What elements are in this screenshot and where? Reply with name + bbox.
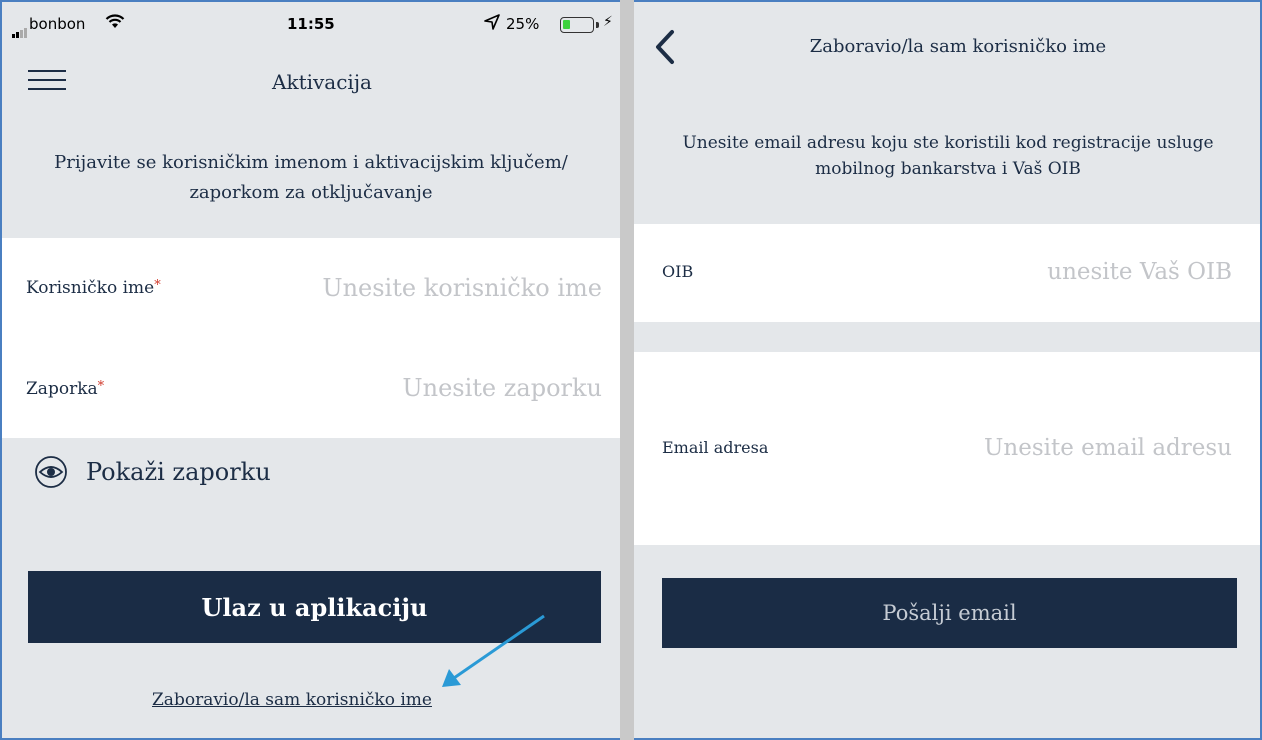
email-row: Email adresa <box>634 352 1260 545</box>
status-bar: bonbon 11:55 25% ⚡ <box>2 2 620 42</box>
carrier-name: bonbon <box>29 15 86 33</box>
activation-screen: bonbon 11:55 25% ⚡ Aktivacija Prijavite … <box>0 0 620 740</box>
email-label: Email adresa <box>662 438 769 457</box>
password-row: Zaporka* <box>2 338 620 438</box>
show-password-toggle[interactable]: Pokaži zaporku <box>34 452 271 492</box>
show-password-label: Pokaži zaporku <box>86 458 271 486</box>
forgot-username-screen: Zaboravio/la sam korisničko ime Unesite … <box>634 0 1262 740</box>
charging-bolt-icon: ⚡ <box>603 14 613 30</box>
eye-icon <box>35 456 67 488</box>
password-input[interactable] <box>302 370 602 406</box>
required-mark: * <box>97 379 105 394</box>
password-label: Zaporka* <box>26 379 104 399</box>
send-email-button[interactable]: Pošalji email <box>662 578 1237 648</box>
location-arrow-icon <box>484 14 500 34</box>
username-input[interactable] <box>262 270 602 306</box>
required-mark: * <box>154 278 161 293</box>
oib-row: OIB <box>634 224 1260 322</box>
intro-text: Prijavite se korisničkim imenom i aktiva… <box>54 152 568 203</box>
login-button[interactable]: Ulaz u aplikaciju <box>28 571 601 643</box>
page-title: Aktivacija <box>272 70 372 94</box>
hamburger-menu-icon[interactable] <box>28 68 66 92</box>
screen-divider <box>620 0 634 740</box>
username-label: Korisničko ime* <box>26 278 161 298</box>
battery-icon <box>560 17 594 33</box>
battery-tip <box>596 22 599 28</box>
wifi-icon <box>105 14 125 34</box>
email-input[interactable] <box>932 430 1232 466</box>
intro-text: Unesite email adresu koju ste koristili … <box>682 133 1214 179</box>
battery-percent: 25% <box>506 15 540 33</box>
oib-input[interactable] <box>952 254 1232 290</box>
oib-label: OIB <box>662 262 694 281</box>
forgot-username-link[interactable]: Zaboravio/la sam korisničko ime <box>152 690 432 710</box>
page-title: Zaboravio/la sam korisničko ime <box>809 36 1107 57</box>
signal-strength-icon <box>12 20 28 38</box>
username-row: Korisničko ime* <box>2 238 620 338</box>
username-label-text: Korisničko ime <box>26 278 155 298</box>
password-label-text: Zaporka <box>26 379 98 399</box>
clock: 11:55 <box>287 15 335 33</box>
login-form: Korisničko ime* Zaporka* <box>2 238 620 438</box>
chevron-left-icon[interactable] <box>652 28 678 66</box>
